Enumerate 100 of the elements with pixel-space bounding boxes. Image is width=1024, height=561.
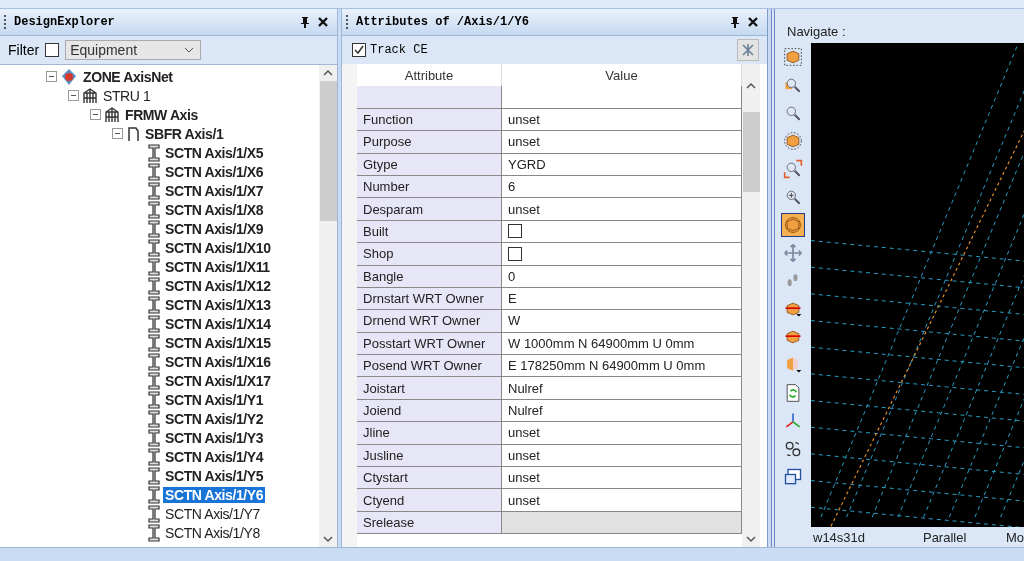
tree-item[interactable]: SCTN Axis/1/Y4 xyxy=(163,448,266,465)
table-cell: Jusline xyxy=(357,444,502,468)
tree-item[interactable]: STRU 1 xyxy=(101,87,153,104)
tool-button[interactable] xyxy=(781,45,805,69)
beam-icon xyxy=(148,371,160,390)
tree-item[interactable]: SCTN Axis/1/Y5 xyxy=(163,467,266,484)
track-ce-checkbox[interactable] xyxy=(352,43,366,57)
scroll-thumb[interactable] xyxy=(742,112,760,192)
table-cell[interactable]: W xyxy=(502,310,742,333)
table-cell[interactable]: unset xyxy=(502,422,742,445)
frame-icon xyxy=(104,106,120,123)
filter-dropdown[interactable]: Equipment xyxy=(65,40,202,60)
table-cell[interactable]: W 1000mm N 64900mm U 0mm xyxy=(502,332,742,356)
table-cell[interactable]: E xyxy=(502,287,742,311)
pin-icon[interactable] xyxy=(299,16,311,28)
tree-item[interactable]: SCTN Axis/1/X16 xyxy=(163,353,273,370)
tree-item[interactable]: FRMW Axis xyxy=(123,106,200,123)
table-cell[interactable] xyxy=(502,511,742,535)
unlink-button[interactable] xyxy=(737,39,759,61)
scroll-down-icon[interactable] xyxy=(323,535,333,543)
rotate-icon xyxy=(783,215,803,235)
table-cell: Desparam xyxy=(357,198,502,221)
beam-icon xyxy=(148,200,160,219)
table-cell[interactable]: Nulref xyxy=(502,377,742,400)
beam-icon xyxy=(148,314,160,333)
tree-item[interactable]: SCTN Axis/1/Y7 xyxy=(163,505,262,522)
table-cell[interactable]: 6 xyxy=(502,175,742,199)
crossed-icon xyxy=(741,43,755,57)
panel-title: Navigate : xyxy=(786,23,847,41)
table-cell: Number xyxy=(357,175,502,199)
collapse-icon[interactable] xyxy=(68,90,79,101)
tree-item[interactable]: SCTN Axis/1/X8 xyxy=(163,201,266,218)
tree-item[interactable]: SCTN Axis/1/X13 xyxy=(163,296,273,313)
close-icon[interactable] xyxy=(317,16,329,28)
tree-item[interactable]: SCTN Axis/1/Y2 xyxy=(163,410,266,427)
magnifier-icon xyxy=(783,159,803,179)
beam-icon xyxy=(148,409,160,428)
collapse-icon[interactable] xyxy=(90,109,101,120)
table-cell: Built xyxy=(357,220,502,244)
panel-title: Attributes of /Axis/1/Y6 xyxy=(356,15,530,29)
windows-icon xyxy=(783,467,803,487)
table-cell: Jline xyxy=(357,422,502,445)
table-cell: Bangle xyxy=(357,265,502,288)
tree-item[interactable]: SCTN Axis/1/X14 xyxy=(163,315,273,332)
table-cell[interactable]: unset xyxy=(502,198,742,221)
tree-item[interactable]: SCTN Axis/1/X15 xyxy=(163,334,273,351)
scroll-up-icon[interactable] xyxy=(323,69,333,77)
collapse-icon[interactable] xyxy=(46,71,57,82)
table-cell[interactable]: 0 xyxy=(502,265,742,288)
table-cell[interactable]: unset xyxy=(502,108,742,132)
table-cell[interactable]: unset xyxy=(502,444,742,468)
beam-icon xyxy=(148,295,160,314)
table-cell: Joistart xyxy=(357,377,502,400)
tree-item[interactable]: SCTN Axis/1/Y1 xyxy=(163,391,266,408)
scroll-thumb[interactable] xyxy=(319,81,337,221)
scrollbar[interactable] xyxy=(319,65,337,547)
status-text: Mo xyxy=(1005,529,1024,545)
table-cell: Srelease xyxy=(357,511,502,535)
table-cell[interactable]: unset xyxy=(502,489,742,512)
table-cell: Ctystart xyxy=(357,467,502,490)
angle-icon xyxy=(126,125,140,142)
move-icon xyxy=(783,243,803,263)
tree-item[interactable]: SCTN Axis/1/X5 xyxy=(163,144,266,161)
tree-item[interactable]: SCTN Axis/1/Y6 xyxy=(163,486,266,503)
checkbox[interactable] xyxy=(508,224,522,239)
table-cell: Shop xyxy=(357,243,502,266)
close-icon[interactable] xyxy=(747,16,759,28)
tree-item[interactable]: SCTN Axis/1/X6 xyxy=(163,163,266,180)
table-cell[interactable]: unset xyxy=(502,131,742,154)
beam-icon xyxy=(148,143,160,162)
tree-item[interactable]: SBFR Axis/1 xyxy=(143,125,226,142)
checkbox[interactable] xyxy=(508,246,522,261)
tree-item[interactable]: SCTN Axis/1/X9 xyxy=(163,220,266,237)
tree-item[interactable]: SCTN Axis/1/X17 xyxy=(163,372,273,389)
scroll-down-icon[interactable] xyxy=(746,535,756,543)
table-cell[interactable]: Nulref xyxy=(502,399,742,423)
beam-icon xyxy=(148,352,160,371)
tool-button[interactable] xyxy=(781,213,805,237)
pin-icon[interactable] xyxy=(729,16,741,28)
scrollbar[interactable] xyxy=(742,64,760,547)
beam-icon xyxy=(148,390,160,409)
table-cell[interactable]: YGRD xyxy=(502,153,742,176)
tree-item[interactable]: ZONE AxisNet xyxy=(81,68,175,85)
table-cell[interactable]: E 178250mm N 64900mm U 0mm xyxy=(502,355,742,378)
orbit-icon xyxy=(783,439,803,459)
tree-item[interactable]: SCTN Axis/1/X10 xyxy=(163,239,273,256)
beam-icon xyxy=(148,466,160,485)
table-cell: Joiend xyxy=(357,399,502,423)
scroll-up-icon[interactable] xyxy=(746,82,756,90)
table-cell[interactable]: unset xyxy=(502,467,742,490)
table-cell: Gtype xyxy=(357,153,502,176)
filter-checkbox[interactable] xyxy=(45,43,60,57)
table-cell: Purpose xyxy=(357,131,502,154)
tree-item[interactable]: SCTN Axis/1/X12 xyxy=(163,277,273,294)
tree-item[interactable]: SCTN Axis/1/Y8 xyxy=(163,524,262,541)
collapse-icon[interactable] xyxy=(112,128,123,139)
tree-item[interactable]: SCTN Axis/1/X7 xyxy=(163,182,266,199)
tree-item[interactable]: SCTN Axis/1/Y3 xyxy=(163,429,266,446)
beam-icon xyxy=(148,219,160,238)
tree-item[interactable]: SCTN Axis/1/X11 xyxy=(163,258,272,275)
